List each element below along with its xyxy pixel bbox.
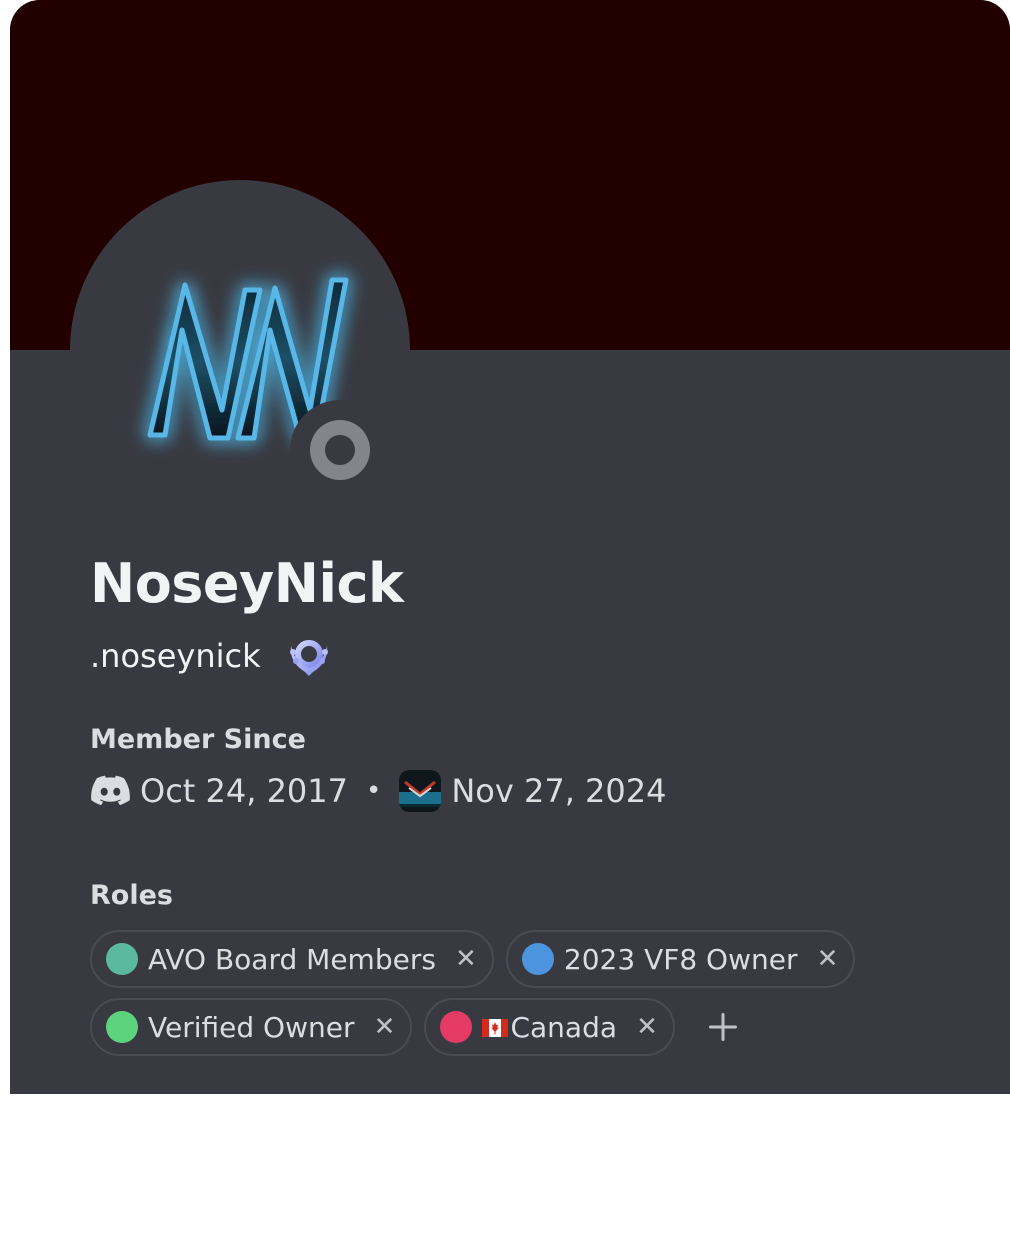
role-name: AVO Board Members [148, 942, 436, 976]
display-name: NoseyNick [90, 552, 404, 615]
server-join-date: Nov 27, 2024 [451, 772, 667, 810]
role-pill[interactable]: Canada ✕ [424, 998, 676, 1056]
role-pill[interactable]: 2023 VF8 Owner ✕ [505, 930, 856, 988]
role-pill[interactable]: Verified Owner ✕ [90, 998, 413, 1056]
remove-role-icon[interactable]: ✕ [635, 1012, 659, 1042]
role-name: Canada [510, 1010, 618, 1044]
role-color-dot [106, 1011, 138, 1043]
username-row: .noseynick [90, 632, 333, 680]
remove-role-icon[interactable]: ✕ [454, 944, 478, 974]
member-since-label: Member Since [90, 724, 306, 755]
member-since-row: Oct 24, 2017 • Nov 27, 2024 [90, 770, 666, 812]
offline-status-icon [310, 420, 370, 480]
roles-list: AVO Board Members ✕ 2023 VF8 Owner ✕ Ver… [90, 930, 990, 1066]
role-color-dot [106, 943, 138, 975]
add-role-icon[interactable] [703, 1007, 743, 1047]
role-color-dot [521, 943, 554, 975]
server-icon[interactable] [399, 770, 442, 812]
discord-icon[interactable] [90, 771, 130, 811]
role-name: 2023 VF8 Owner [563, 942, 798, 976]
role-color-dot [440, 1011, 473, 1043]
role-pill[interactable]: AVO Board Members ✕ [90, 930, 494, 988]
date-separator: • [366, 776, 382, 806]
laurel-badge-icon[interactable] [285, 632, 333, 680]
roles-label: Roles [90, 880, 173, 911]
remove-role-icon[interactable]: ✕ [372, 1012, 396, 1042]
role-name: Verified Owner [148, 1010, 355, 1044]
status-indicator [290, 400, 390, 500]
avatar-frame [70, 180, 410, 520]
remove-role-icon[interactable]: ✕ [815, 944, 839, 974]
canada-flag-icon [482, 1019, 509, 1037]
profile-card: NoseyNick .noseynick Member Since Oct 24… [10, 0, 1010, 1094]
discord-join-date: Oct 24, 2017 [140, 772, 348, 810]
username[interactable]: .noseynick [90, 637, 261, 675]
